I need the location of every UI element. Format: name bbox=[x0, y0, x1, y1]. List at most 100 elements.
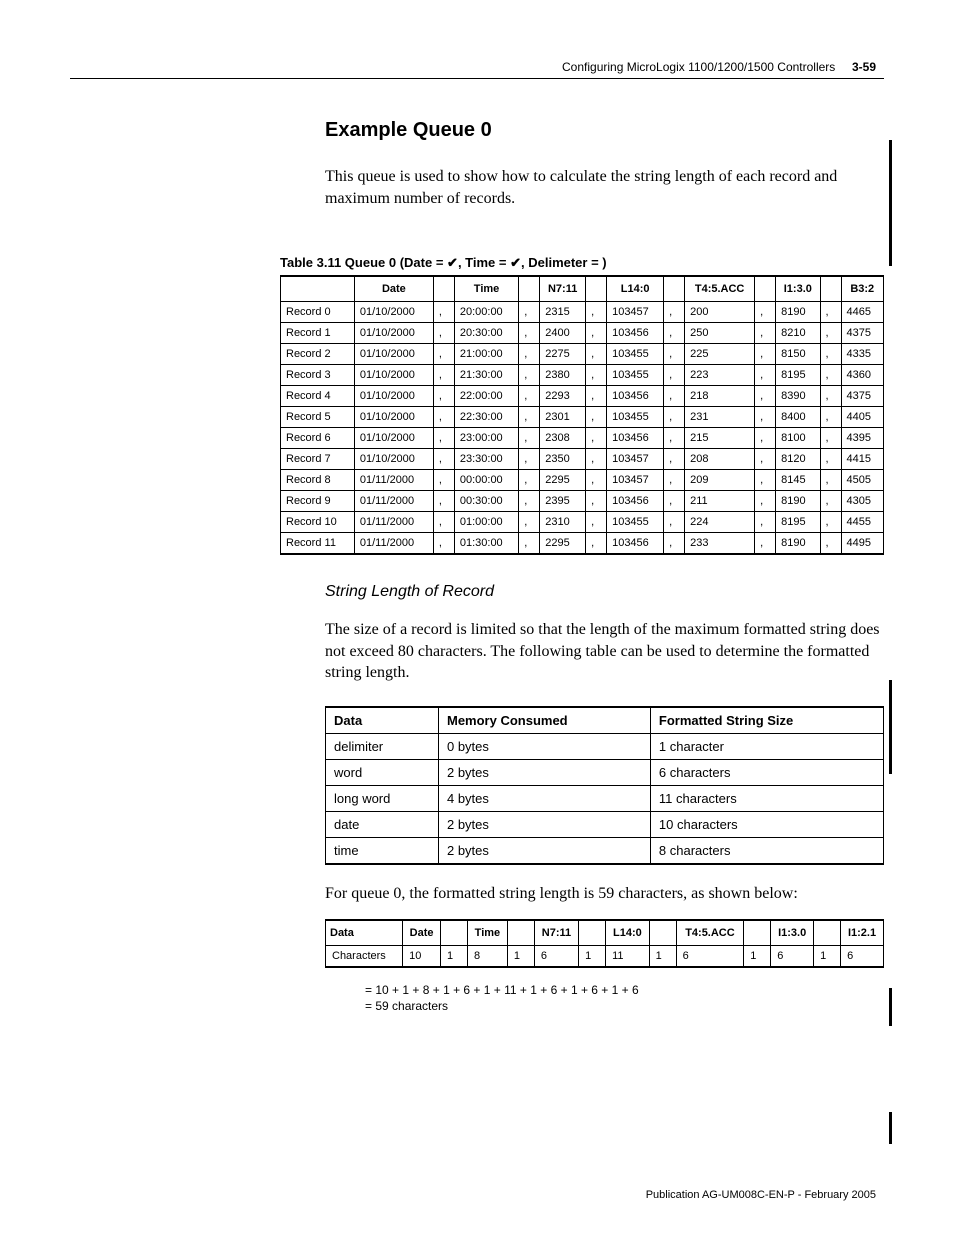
queue-cell: , bbox=[433, 533, 454, 555]
queue-cell: , bbox=[586, 386, 607, 407]
queue-cell: 200 bbox=[685, 302, 755, 323]
mem-cell: 10 characters bbox=[650, 811, 883, 837]
queue-cell: 21:00:00 bbox=[454, 344, 518, 365]
queue-cell: 103457 bbox=[607, 302, 664, 323]
queue-col-header: T4:5.ACC bbox=[685, 276, 755, 302]
queue-cell: 103455 bbox=[607, 344, 664, 365]
table-row: word2 bytes6 characters bbox=[326, 759, 884, 785]
queue-cell: 8210 bbox=[776, 323, 820, 344]
queue-cell: 01/10/2000 bbox=[354, 449, 433, 470]
queue-cell: 23:30:00 bbox=[454, 449, 518, 470]
queue-cell: Record 6 bbox=[281, 428, 355, 449]
queue-cell: , bbox=[664, 302, 685, 323]
queue-cell: , bbox=[586, 407, 607, 428]
queue-cell: 4375 bbox=[841, 323, 883, 344]
queue-cell: , bbox=[586, 449, 607, 470]
queue-cell: 01/11/2000 bbox=[354, 512, 433, 533]
queue-cell: 231 bbox=[685, 407, 755, 428]
queue-cell: , bbox=[664, 449, 685, 470]
queue-col-header: B3:2 bbox=[841, 276, 883, 302]
mem-col-header: Formatted String Size bbox=[650, 707, 883, 734]
running-head: Configuring MicroLogix 1100/1200/1500 Co… bbox=[70, 60, 884, 74]
queue-cell: , bbox=[664, 386, 685, 407]
queue-cell: , bbox=[664, 512, 685, 533]
queue-cell: , bbox=[755, 365, 776, 386]
queue-table: DateTimeN7:11L14:0T4:5.ACCI1:3.0B3:2 Rec… bbox=[280, 275, 884, 555]
chars-cell: 1 bbox=[507, 945, 534, 967]
chars-col-header: T4:5.ACC bbox=[676, 920, 744, 946]
queue-cell: 103455 bbox=[607, 365, 664, 386]
queue-cell: 218 bbox=[685, 386, 755, 407]
queue-cell: 8190 bbox=[776, 302, 820, 323]
chars-cell: 1 bbox=[441, 945, 468, 967]
table-row: Record 301/10/2000,21:30:00,2380,103455,… bbox=[281, 365, 884, 386]
change-bar bbox=[889, 1112, 892, 1144]
page-number: 3-59 bbox=[852, 60, 876, 74]
queue-cell: 8145 bbox=[776, 470, 820, 491]
mem-cell: 6 characters bbox=[650, 759, 883, 785]
memory-table: DataMemory ConsumedFormatted String Size… bbox=[325, 706, 884, 865]
mem-cell: 2 bytes bbox=[438, 811, 650, 837]
queue-cell: 4375 bbox=[841, 386, 883, 407]
queue-cell: 208 bbox=[685, 449, 755, 470]
queue-cell: , bbox=[664, 344, 685, 365]
queue-cell: 4395 bbox=[841, 428, 883, 449]
chars-col-header bbox=[744, 920, 771, 946]
queue-cell: 4335 bbox=[841, 344, 883, 365]
queue-cell: 01:00:00 bbox=[454, 512, 518, 533]
queue-cell: 01/10/2000 bbox=[354, 344, 433, 365]
queue-col-header: N7:11 bbox=[540, 276, 586, 302]
after-mem-paragraph: For queue 0, the formatted string length… bbox=[325, 883, 884, 905]
table-row: Record 1001/11/2000,01:00:00,2310,103455… bbox=[281, 512, 884, 533]
queue-cell: 2380 bbox=[540, 365, 586, 386]
queue-col-header bbox=[755, 276, 776, 302]
mem-cell: 2 bytes bbox=[438, 759, 650, 785]
queue-cell: 8190 bbox=[776, 491, 820, 512]
mem-cell: delimiter bbox=[326, 733, 439, 759]
table-row: Record 701/10/2000,23:30:00,2350,103457,… bbox=[281, 449, 884, 470]
queue-cell: 8150 bbox=[776, 344, 820, 365]
queue-cell: , bbox=[433, 470, 454, 491]
queue-cell: , bbox=[820, 365, 841, 386]
chars-col-header: Date bbox=[403, 920, 441, 946]
equation-block: = 10 + 1 + 8 + 1 + 6 + 1 + 11 + 1 + 6 + … bbox=[365, 982, 884, 1016]
mem-cell: time bbox=[326, 837, 439, 864]
chars-table: DataDateTimeN7:11L14:0T4:5.ACCI1:3.0I1:2… bbox=[325, 919, 884, 968]
table-row: Record 101/10/2000,20:30:00,2400,103456,… bbox=[281, 323, 884, 344]
queue-cell: 224 bbox=[685, 512, 755, 533]
queue-cell: , bbox=[820, 449, 841, 470]
chars-cell: 1 bbox=[649, 945, 676, 967]
chars-cell: 6 bbox=[676, 945, 744, 967]
change-bar bbox=[889, 140, 892, 266]
queue-cell: 103456 bbox=[607, 491, 664, 512]
queue-col-header bbox=[586, 276, 607, 302]
queue-cell: , bbox=[755, 323, 776, 344]
queue-cell: , bbox=[586, 323, 607, 344]
queue-cell: , bbox=[519, 470, 540, 491]
chars-col-header bbox=[649, 920, 676, 946]
queue-cell: 233 bbox=[685, 533, 755, 555]
chars-cell: 10 bbox=[403, 945, 441, 967]
mem-col-header: Data bbox=[326, 707, 439, 734]
queue-cell: 4465 bbox=[841, 302, 883, 323]
chars-cell: Characters bbox=[326, 945, 403, 967]
queue-cell: 01/10/2000 bbox=[354, 407, 433, 428]
intro-paragraph: This queue is used to show how to calcul… bbox=[325, 166, 884, 209]
queue-cell: , bbox=[820, 470, 841, 491]
queue-cell: , bbox=[664, 407, 685, 428]
queue-cell: 00:00:00 bbox=[454, 470, 518, 491]
table-row: Record 601/10/2000,23:00:00,2308,103456,… bbox=[281, 428, 884, 449]
mem-cell: word bbox=[326, 759, 439, 785]
queue-cell: , bbox=[664, 491, 685, 512]
queue-cell: , bbox=[755, 449, 776, 470]
mem-col-header: Memory Consumed bbox=[438, 707, 650, 734]
queue-cell: , bbox=[820, 323, 841, 344]
queue-cell: , bbox=[755, 386, 776, 407]
chars-col-header bbox=[441, 920, 468, 946]
queue-cell: Record 3 bbox=[281, 365, 355, 386]
queue-cell: 2400 bbox=[540, 323, 586, 344]
chars-col-header bbox=[507, 920, 534, 946]
table-row: Record 201/10/2000,21:00:00,2275,103455,… bbox=[281, 344, 884, 365]
queue-cell: , bbox=[820, 428, 841, 449]
queue-cell: Record 0 bbox=[281, 302, 355, 323]
